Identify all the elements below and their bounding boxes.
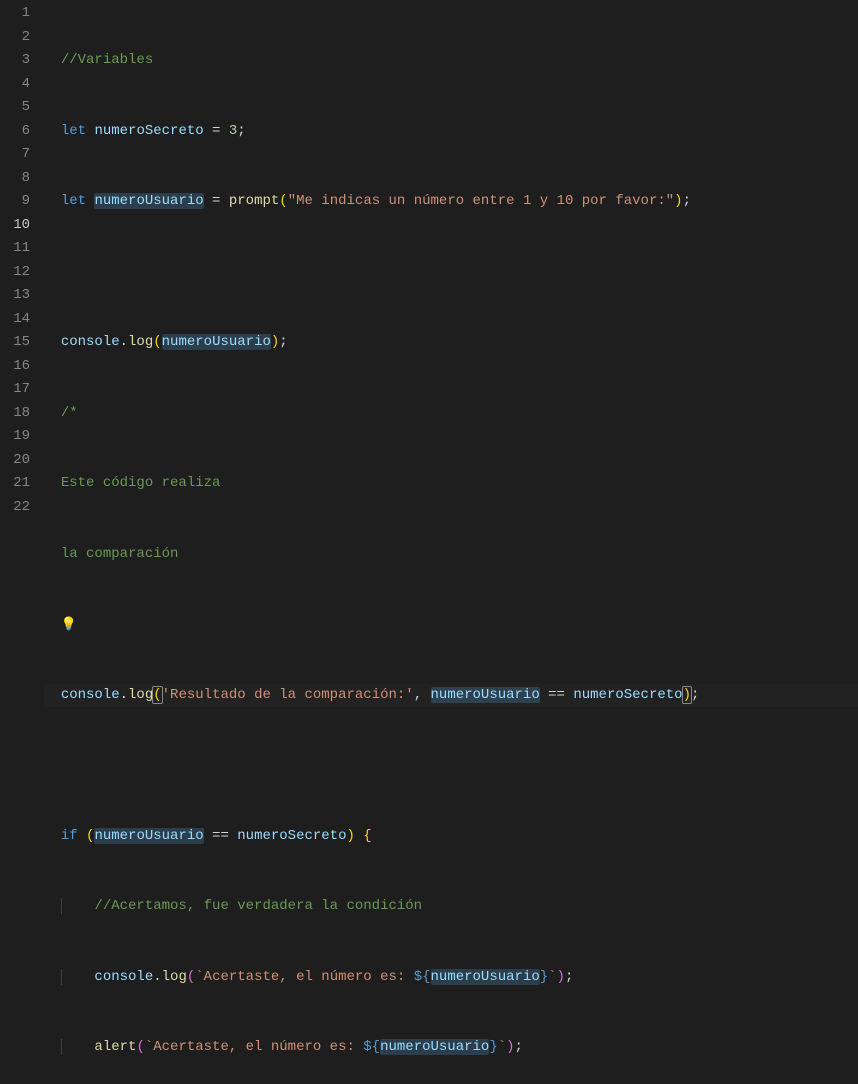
line-number: 6 bbox=[0, 120, 30, 144]
line-number: 17 bbox=[0, 378, 30, 402]
method: log bbox=[128, 334, 153, 350]
code-line[interactable]: console.log(`Acertaste, el número es: ${… bbox=[44, 966, 858, 990]
variable: numeroSecreto bbox=[94, 123, 203, 139]
line-number: 1 bbox=[0, 2, 30, 26]
comment: Este código realiza bbox=[61, 475, 221, 491]
object: console bbox=[94, 969, 153, 985]
keyword-let: let bbox=[61, 123, 86, 139]
code-line[interactable] bbox=[44, 754, 858, 778]
method: log bbox=[128, 687, 153, 703]
string: `Acertaste, el número es: bbox=[195, 969, 413, 985]
code-line[interactable]: //Variables bbox=[44, 49, 858, 73]
object: console bbox=[61, 334, 120, 350]
line-number: 10 bbox=[0, 214, 30, 238]
variable: numeroSecreto bbox=[237, 828, 346, 844]
comment: /* bbox=[61, 405, 78, 421]
lightbulb-icon[interactable]: 💡 bbox=[61, 613, 77, 637]
code-line[interactable]: let numeroSecreto = 3; bbox=[44, 120, 858, 144]
template-variable: numeroUsuario bbox=[431, 969, 540, 985]
line-number: 12 bbox=[0, 261, 30, 285]
comment: //Variables bbox=[61, 52, 153, 68]
string: `Acertaste, el número es: bbox=[145, 1039, 363, 1055]
code-line[interactable] bbox=[44, 261, 858, 285]
line-number: 19 bbox=[0, 425, 30, 449]
comment: //Acertamos, fue verdadera la condición bbox=[94, 898, 422, 914]
line-number: 3 bbox=[0, 49, 30, 73]
line-number: 15 bbox=[0, 331, 30, 355]
keyword-if: if bbox=[61, 828, 78, 844]
comment: la comparación bbox=[61, 546, 179, 562]
code-line[interactable]: la comparación bbox=[44, 543, 858, 567]
variable: numeroUsuario bbox=[162, 334, 271, 350]
variable: numeroSecreto bbox=[573, 687, 682, 703]
function-call: prompt bbox=[229, 193, 279, 209]
line-number: 5 bbox=[0, 96, 30, 120]
string: "Me indicas un número entre 1 y 10 por f… bbox=[288, 193, 674, 209]
line-number: 2 bbox=[0, 26, 30, 50]
line-number: 11 bbox=[0, 237, 30, 261]
line-number: 8 bbox=[0, 167, 30, 191]
template-variable: numeroUsuario bbox=[380, 1039, 489, 1055]
code-line[interactable]: Este código realiza bbox=[44, 472, 858, 496]
code-line[interactable]: let numeroUsuario = prompt("Me indicas u… bbox=[44, 190, 858, 214]
line-number: 21 bbox=[0, 472, 30, 496]
keyword-let: let bbox=[61, 193, 86, 209]
string: 'Resultado de la comparación:' bbox=[162, 687, 414, 703]
line-number: 16 bbox=[0, 355, 30, 379]
code-editor[interactable]: 1 2 3 4 5 6 7 8 9 10 11 12 13 14 15 16 1… bbox=[0, 0, 858, 542]
line-number: 22 bbox=[0, 496, 30, 520]
code-line[interactable]: 💡 bbox=[44, 613, 858, 637]
variable: numeroUsuario bbox=[431, 687, 540, 703]
code-area[interactable]: //Variables let numeroSecreto = 3; let n… bbox=[44, 0, 858, 542]
line-number: 14 bbox=[0, 308, 30, 332]
code-line[interactable]: /* bbox=[44, 402, 858, 426]
variable: numeroUsuario bbox=[94, 193, 203, 209]
function-call: alert bbox=[94, 1039, 136, 1055]
line-number: 20 bbox=[0, 449, 30, 473]
code-line[interactable]: alert(`Acertaste, el número es: ${numero… bbox=[44, 1036, 858, 1060]
object: console bbox=[61, 687, 120, 703]
code-line[interactable]: console.log(numeroUsuario); bbox=[44, 331, 858, 355]
line-number: 4 bbox=[0, 73, 30, 97]
line-number: 7 bbox=[0, 143, 30, 167]
line-number: 9 bbox=[0, 190, 30, 214]
variable: numeroUsuario bbox=[94, 828, 203, 844]
code-line[interactable]: if (numeroUsuario == numeroSecreto) { bbox=[44, 825, 858, 849]
line-number-gutter: 1 2 3 4 5 6 7 8 9 10 11 12 13 14 15 16 1… bbox=[0, 0, 44, 542]
line-number: 18 bbox=[0, 402, 30, 426]
line-number: 13 bbox=[0, 284, 30, 308]
code-line[interactable]: console.log('Resultado de la comparación… bbox=[44, 684, 858, 708]
code-line[interactable]: //Acertamos, fue verdadera la condición bbox=[44, 895, 858, 919]
method: log bbox=[162, 969, 187, 985]
